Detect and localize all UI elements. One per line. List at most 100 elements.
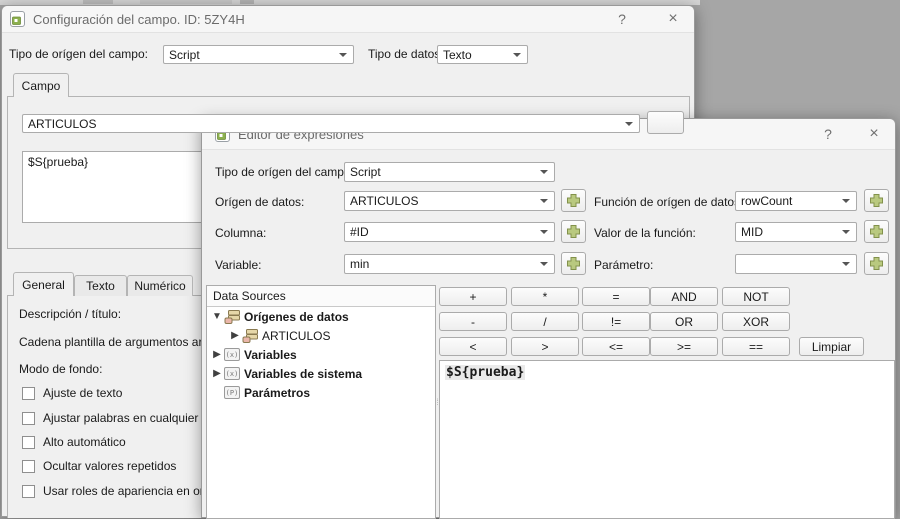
function-value-label: Valor de la función:: [594, 226, 696, 240]
column-select[interactable]: #ID: [344, 222, 555, 242]
parameter-label: Parámetro:: [594, 258, 653, 272]
tab-texto[interactable]: Texto: [74, 275, 127, 296]
datasource-function-value: rowCount: [741, 194, 792, 208]
op-or-button[interactable]: OR: [650, 312, 718, 331]
chevron-down-icon: [540, 199, 548, 203]
function-value-select[interactable]: MID: [735, 222, 857, 242]
expander-closed-icon[interactable]: ▶: [210, 349, 224, 360]
chevron-down-icon: [842, 199, 850, 203]
datasource-label: Orígen de datos:: [215, 195, 304, 209]
plus-icon: [566, 256, 581, 271]
op-less-than-button[interactable]: <: [439, 337, 507, 356]
close-button[interactable]: ×: [866, 119, 882, 149]
plus-icon: [869, 224, 884, 239]
op-greater-equal-button[interactable]: >=: [650, 337, 718, 356]
chevron-down-icon: [513, 53, 521, 57]
data-type-select[interactable]: Texto: [437, 45, 528, 64]
add-parameter-button[interactable]: [864, 252, 889, 275]
tree-header-label: Data Sources: [213, 289, 286, 303]
field-expression-text: $S{prueba}: [28, 155, 88, 169]
field-source-type-label: Tipo de orígen del campo:: [215, 165, 354, 179]
add-variable-button[interactable]: [561, 252, 586, 275]
datasource-icon: [224, 310, 240, 324]
tree-item-parametros[interactable]: (P) Parámetros: [207, 383, 435, 402]
clear-button[interactable]: Limpiar: [799, 337, 864, 356]
chevron-down-icon: [540, 262, 548, 266]
hide-repeated-values-checkbox[interactable]: [22, 460, 35, 473]
description-label: Descripción / título:: [19, 307, 121, 321]
datasource-select[interactable]: ARTICULOS: [344, 191, 555, 211]
text-wrap-checkbox[interactable]: [22, 387, 35, 400]
tree-item-label: Variables: [244, 348, 297, 362]
tab-label: Numérico: [134, 279, 185, 293]
help-button[interactable]: ?: [614, 6, 630, 32]
op-greater-than-button[interactable]: >: [511, 337, 579, 356]
plus-icon: [869, 256, 884, 271]
tree-item-variables[interactable]: ▶ (x) Variables: [207, 345, 435, 364]
variable-value: min: [350, 257, 369, 271]
op-plus-button[interactable]: +: [439, 287, 507, 306]
plus-icon: [869, 193, 884, 208]
checkbox-label: Ajuste de texto: [43, 386, 122, 400]
plus-icon: [566, 193, 581, 208]
auto-height-checkbox[interactable]: [22, 436, 35, 449]
op-less-equal-button[interactable]: <=: [582, 337, 650, 356]
form-document-icon: [10, 11, 25, 27]
expander-closed-icon[interactable]: ▶: [228, 330, 242, 341]
expression-textarea[interactable]: $S{prueba}: [439, 360, 895, 519]
op-not-equals-button[interactable]: !=: [582, 312, 650, 331]
dialog-title: Configuración del campo. ID: 5ZY4H: [33, 12, 245, 27]
op-divide-button[interactable]: /: [511, 312, 579, 331]
datasource-value: ARTICULOS: [28, 117, 96, 131]
args-template-label: Cadena plantilla de argumentos arg(: [19, 335, 213, 349]
op-equals-button[interactable]: =: [582, 287, 650, 306]
field-source-type-value: Script: [350, 165, 381, 179]
help-button[interactable]: ?: [820, 119, 836, 149]
expander-open-icon[interactable]: ▼: [210, 311, 224, 322]
use-appearance-roles-checkbox[interactable]: [22, 485, 35, 498]
checkbox-row: Alto automático: [22, 435, 126, 449]
close-button[interactable]: ×: [665, 6, 681, 32]
datasource-edit-button[interactable]: [647, 111, 684, 134]
tree-item-articulos[interactable]: ▶ ARTICULOS: [207, 326, 435, 345]
checkbox-row: Ajustar palabras en cualquier pu: [22, 411, 215, 425]
add-function-value-button[interactable]: [864, 220, 889, 243]
tab-numerico[interactable]: Numérico: [127, 275, 193, 296]
op-xor-button[interactable]: XOR: [722, 312, 790, 331]
op-double-equals-button[interactable]: ==: [722, 337, 790, 356]
background-window-tab: [240, 0, 254, 4]
checkbox-label: Alto automático: [43, 435, 126, 449]
op-multiply-button[interactable]: *: [511, 287, 579, 306]
plus-icon: [566, 224, 581, 239]
tab-campo[interactable]: Campo: [13, 73, 69, 97]
add-datasource-function-button[interactable]: [864, 189, 889, 212]
column-label: Columna:: [215, 226, 266, 240]
tree-header: Data Sources: [207, 286, 435, 307]
variable-select[interactable]: min: [344, 254, 555, 274]
expression-text: $S{prueba}: [445, 365, 525, 380]
tab-general[interactable]: General: [13, 272, 74, 296]
chevron-down-icon: [540, 230, 548, 234]
datasource-function-select[interactable]: rowCount: [735, 191, 857, 211]
tree-item-label: Parámetros: [244, 386, 310, 400]
datasource-icon: [242, 329, 258, 343]
op-not-button[interactable]: NOT: [722, 287, 790, 306]
title-bar[interactable]: Configuración del campo. ID: 5ZY4H ? ×: [2, 6, 694, 33]
op-minus-button[interactable]: -: [439, 312, 507, 331]
parameter-select[interactable]: [735, 254, 857, 274]
op-and-button[interactable]: AND: [650, 287, 718, 306]
tree-item-label: ARTICULOS: [262, 329, 330, 343]
add-datasource-button[interactable]: [561, 189, 586, 212]
word-wrap-anywhere-checkbox[interactable]: [22, 412, 35, 425]
expander-closed-icon[interactable]: ▶: [210, 368, 224, 379]
tree-item-variables-de-sistema[interactable]: ▶ (x) Variables de sistema: [207, 364, 435, 383]
chevron-down-icon: [339, 53, 347, 57]
background-mode-label: Modo de fondo:: [19, 362, 102, 376]
checkbox-label: Ocultar valores repetidos: [43, 459, 176, 473]
datasource-select[interactable]: ARTICULOS: [22, 114, 640, 133]
checkbox-label: Usar roles de apariencia en oríge: [43, 484, 220, 498]
add-column-button[interactable]: [561, 220, 586, 243]
tree-item-origenes-de-datos[interactable]: ▼ Orígenes de datos: [207, 307, 435, 326]
field-source-type-select[interactable]: Script: [344, 162, 555, 182]
field-source-type-select[interactable]: Script: [163, 45, 354, 64]
